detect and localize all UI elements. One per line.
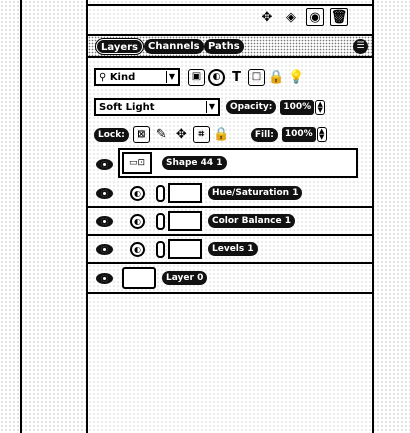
visibility-toggle[interactable] xyxy=(94,157,114,171)
fill-stepper[interactable]: ▲ ▼ xyxy=(316,127,327,142)
filter-toggle-icon[interactable]: 💡 xyxy=(288,69,305,86)
filter-row: ⚲ Kind ▼ ▣ ◐ T □ 🔒 💡 xyxy=(94,68,308,86)
panel-menu-icon[interactable]: ☰ xyxy=(353,39,368,54)
opacity-label: Opacity: xyxy=(226,100,277,114)
layer-name: Shape 44 1 xyxy=(162,156,227,170)
layer-name: Color Balance 1 xyxy=(208,214,295,228)
lock-artboard-icon[interactable]: ⌗ xyxy=(192,126,210,143)
layer-name: Layer 0 xyxy=(162,271,208,285)
shape-filter-icon[interactable]: □ xyxy=(248,68,265,86)
layer-name: Levels 1 xyxy=(208,242,258,256)
eye-icon xyxy=(95,187,113,199)
layer-mask-thumbnail[interactable] xyxy=(168,211,202,231)
lock-image-icon[interactable]: ✎ xyxy=(153,126,170,143)
lock-transparent-icon[interactable]: ⊠ xyxy=(132,126,150,143)
layer-row-shape[interactable]: ▭⊡ Shape 44 1 xyxy=(88,148,372,180)
visibility-toggle[interactable] xyxy=(94,186,114,200)
shape-thumbnail: ▭⊡ xyxy=(122,152,152,174)
layer-row-color-balance[interactable]: ◐ Color Balance 1 xyxy=(88,208,372,236)
eye-icon xyxy=(95,215,113,227)
layer-list: ▭⊡ Shape 44 1 ◐ Hue/Saturation 1 ◐ Color… xyxy=(88,148,372,294)
blend-mode-select[interactable]: Soft Light ▼ xyxy=(94,98,220,116)
eye-icon xyxy=(95,158,113,170)
lock-row: Lock: ⊠ ✎ ✥ ⌗ 🔒 Fill: 100% ▲ ▼ xyxy=(94,126,327,143)
visibility-toggle[interactable] xyxy=(94,214,114,228)
chevron-down-icon: ▼ xyxy=(206,101,217,113)
smart-object-filter-icon[interactable]: 🔒 xyxy=(268,69,285,86)
pixel-filter-icon[interactable]: ▣ xyxy=(188,68,205,86)
move-icon[interactable]: ✥ xyxy=(258,8,276,26)
adjustment-layer-icon: ◐ xyxy=(130,241,145,257)
chain-link-icon[interactable] xyxy=(156,184,165,202)
panel-top-toolbar: ✥ ◈ ◉ 🗑 xyxy=(258,8,348,26)
lock-all-icon[interactable]: 🔒 xyxy=(213,126,230,143)
eye-icon[interactable]: ◉ xyxy=(306,8,324,26)
type-filter-icon[interactable]: T xyxy=(228,69,245,86)
layer-row-levels[interactable]: ◐ Levels 1 xyxy=(88,236,372,264)
opacity-value[interactable]: 100% xyxy=(280,99,315,115)
tab-paths[interactable]: Paths xyxy=(204,39,244,54)
blend-mode-value: Soft Light xyxy=(99,101,155,113)
opacity-stepper[interactable]: ▲ ▼ xyxy=(315,99,326,115)
fill-icon[interactable]: ◈ xyxy=(282,8,300,26)
layer-thumbnail xyxy=(122,267,156,289)
trash-icon[interactable]: 🗑 xyxy=(330,8,348,26)
adjustment-layer-icon: ◐ xyxy=(130,185,145,201)
panel-top-strip xyxy=(88,0,372,6)
lock-label: Lock: xyxy=(94,127,129,142)
search-icon: ⚲ xyxy=(99,71,110,83)
layers-panel: ✥ ◈ ◉ 🗑 Layers Channels Paths ☰ ⚲ Kind ▼… xyxy=(86,0,374,433)
visibility-toggle[interactable] xyxy=(94,242,114,256)
layer-mask-thumbnail[interactable] xyxy=(168,239,202,259)
chevron-down-icon: ▼ xyxy=(166,71,177,83)
lock-position-icon[interactable]: ✥ xyxy=(173,126,190,143)
fill-value[interactable]: 100% xyxy=(281,127,316,142)
adjustment-layer-icon: ◐ xyxy=(130,213,145,229)
tab-layers[interactable]: Layers xyxy=(95,38,144,55)
chain-link-icon[interactable] xyxy=(156,212,165,230)
layer-name: Hue/Saturation 1 xyxy=(208,186,303,200)
layer-item-selected[interactable]: ▭⊡ Shape 44 1 xyxy=(118,148,358,178)
filter-kind-label: Kind xyxy=(109,71,136,83)
filter-kind-select[interactable]: ⚲ Kind ▼ xyxy=(94,68,180,86)
layer-row-layer-0[interactable]: Layer 0 xyxy=(88,264,372,294)
fill-label: Fill: xyxy=(250,127,278,142)
layer-row-hue-saturation[interactable]: ◐ Hue/Saturation 1 xyxy=(88,180,372,208)
visibility-toggle[interactable] xyxy=(94,271,114,285)
chain-link-icon[interactable] xyxy=(156,240,165,258)
left-window-border xyxy=(20,0,22,433)
panel-tab-bar: Layers Channels Paths ☰ xyxy=(88,34,372,58)
layer-mask-thumbnail[interactable] xyxy=(168,183,202,203)
blend-row: Soft Light ▼ Opacity: 100% ▲ ▼ xyxy=(94,98,326,116)
adjustment-filter-icon[interactable]: ◐ xyxy=(208,68,225,86)
eye-icon xyxy=(95,272,113,284)
eye-icon xyxy=(95,243,113,255)
tab-channels[interactable]: Channels xyxy=(144,39,204,54)
